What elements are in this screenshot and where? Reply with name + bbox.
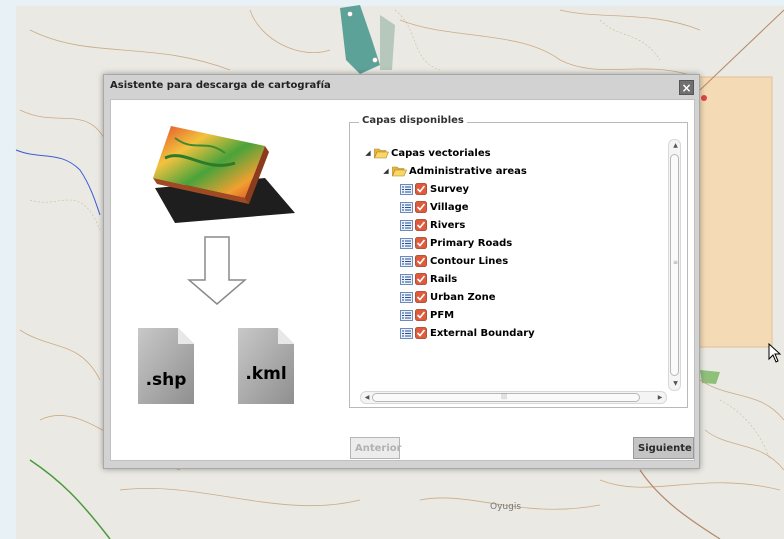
layer-label: Survey [430,183,470,195]
tree-node-label: Capas vectoriales [391,147,491,159]
scroll-right-icon[interactable]: ▶ [655,393,665,402]
layer-list-icon [400,273,413,285]
panel-legend: Capas disponibles [359,115,467,126]
layer-item[interactable]: Rails [400,271,457,287]
layer-item[interactable]: Primary Roads [400,235,512,251]
download-wizard-dialog: Asistente para descarga de cartografía × [103,74,700,469]
mouse-cursor-icon [768,343,782,363]
layer-list-icon [400,201,413,213]
layer-checkbox[interactable] [415,255,427,267]
layer-checkbox[interactable] [415,237,427,249]
layer-checkbox[interactable] [415,219,427,231]
layer-label: Contour Lines [430,255,509,267]
vertical-scrollbar[interactable]: ▲ ≡ ▼ [668,139,681,391]
layer-list-icon [400,291,413,303]
folder-open-icon [392,166,407,177]
layer-item[interactable]: PFM [400,307,454,323]
tree-node-label: Administrative areas [409,165,527,177]
dialog-titlebar[interactable]: Asistente para descarga de cartografía × [104,75,699,99]
shp-file-label: .shp [145,370,187,390]
layer-label: Village [430,201,469,213]
scroll-down-icon[interactable]: ▼ [671,379,680,389]
previous-button[interactable]: Anterior [350,437,402,459]
layer-label: Primary Roads [430,237,513,249]
layer-item[interactable]: Rivers [400,217,465,233]
layer-item[interactable]: Survey [400,181,469,197]
folder-open-icon [374,148,389,159]
layer-checkbox[interactable] [415,327,427,339]
horizontal-scroll-thumb[interactable]: ||| [372,393,640,402]
dialog-body: .shp .kml Capas disponibles ◢ Capas vect… [110,99,695,461]
map-place-label: Oyugis [490,502,522,512]
layer-label: PFM [430,309,455,321]
down-arrow-icon [187,236,247,305]
layer-label: Rivers [430,219,466,231]
vertical-scroll-thumb[interactable]: ≡ [670,154,679,376]
layer-checkbox[interactable] [415,291,427,303]
collapse-triangle-icon[interactable]: ◢ [364,149,372,157]
layer-checkbox[interactable] [415,309,427,321]
collapse-triangle-icon[interactable]: ◢ [382,167,390,175]
terrain-map-icon [153,126,295,223]
layer-checkbox[interactable] [415,183,427,195]
scroll-up-icon[interactable]: ▲ [671,141,680,151]
layer-list-icon [400,309,413,321]
kml-file-label: .kml [245,364,287,384]
dialog-title: Asistente para descarga de cartografía [110,80,331,91]
next-button[interactable]: Siguiente [633,437,694,459]
layer-list-icon [400,327,413,339]
shp-file-icon: .shp [136,326,196,406]
scroll-left-icon[interactable]: ◀ [362,393,372,402]
horizontal-scrollbar[interactable]: ◀ ||| ▶ [360,391,667,404]
layer-label: Rails [430,273,458,285]
layer-tree: ◢ Capas vectoriales ◢ Administrative are… [358,137,673,387]
kml-file-icon: .kml [236,326,296,406]
layer-item[interactable]: Urban Zone [400,289,496,305]
layer-checkbox[interactable] [415,201,427,213]
layer-list-icon [400,183,413,195]
layer-list-icon [400,219,413,231]
layer-label: External Boundary [430,327,535,339]
tree-node-group[interactable]: ◢ Administrative areas [382,163,527,179]
layer-label: Urban Zone [430,291,496,303]
layer-item[interactable]: Contour Lines [400,253,508,269]
close-icon[interactable]: × [679,80,694,95]
layer-item[interactable]: Village [400,199,469,215]
layer-list-icon [400,237,413,249]
available-layers-panel: Capas disponibles ◢ Capas vectoriales ◢ [349,115,688,408]
tree-node-root[interactable]: ◢ Capas vectoriales [364,145,491,161]
layer-checkbox[interactable] [415,273,427,285]
layer-list-icon [400,255,413,267]
layer-item[interactable]: External Boundary [400,325,535,341]
